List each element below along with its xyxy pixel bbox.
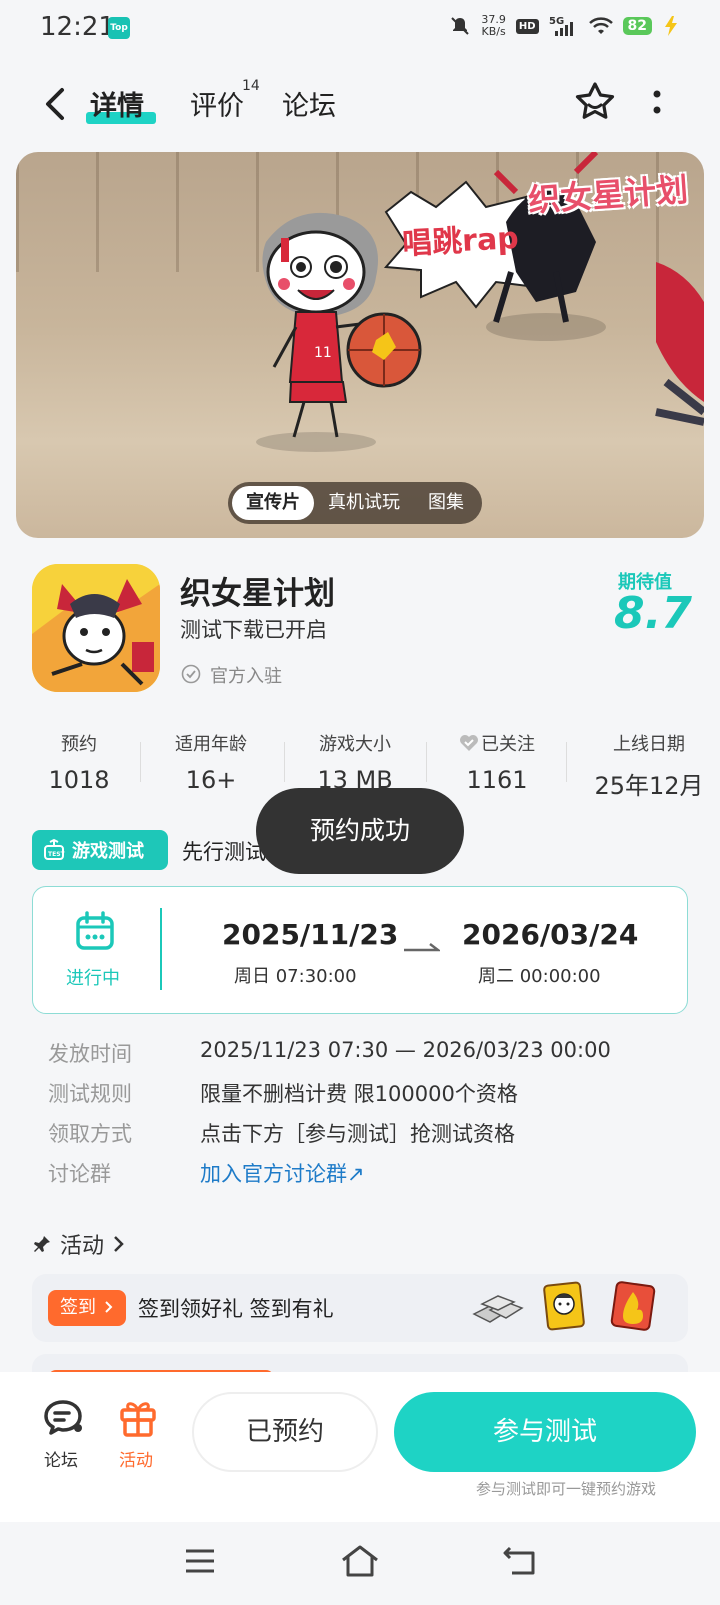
- test-end-time: 周二 00:00:00: [478, 966, 601, 987]
- back-nav-icon[interactable]: [502, 1544, 538, 1576]
- verified-check-icon: [181, 664, 201, 684]
- svg-text:5G: 5G: [549, 16, 564, 27]
- checkin-badge: 签到: [48, 1290, 126, 1326]
- activity-section-header[interactable]: 活动: [32, 1228, 126, 1260]
- status-bar: 12:21 Top 37.9 KB/s HD 5G 82: [0, 0, 720, 60]
- info-row-test-rules: 测试规则 限量不删档计费 限100000个资格: [48, 1082, 518, 1106]
- chevron-right-icon: [105, 1301, 113, 1313]
- test-start-time: 周日 07:30:00: [234, 966, 357, 987]
- battery-icon: 82: [622, 17, 652, 35]
- join-test-button[interactable]: 参与测试: [394, 1392, 696, 1472]
- hd-icon: HD: [515, 18, 539, 34]
- more-options-icon[interactable]: [652, 88, 662, 118]
- stat-divider: [284, 742, 285, 782]
- recent-apps-icon[interactable]: [184, 1548, 216, 1574]
- media-tab-demo[interactable]: 真机试玩: [314, 486, 414, 520]
- arrow-right-icon: [404, 943, 440, 952]
- info-row-claim-method: 领取方式 点击下方［参与测试］抢测试资格: [48, 1122, 515, 1146]
- stat-game-size: 游戏大小 13 MB: [317, 734, 393, 794]
- gift-icon[interactable]: [118, 1396, 158, 1438]
- forum-chat-icon[interactable]: [42, 1398, 84, 1438]
- status-time: 12:21: [40, 12, 115, 42]
- stat-reservations: 预约 1018: [48, 734, 110, 794]
- stat-divider: [566, 742, 567, 782]
- signal-5g-icon: 5G: [549, 16, 573, 36]
- tab-reviews[interactable]: 评价: [190, 84, 244, 123]
- wifi-icon: [588, 17, 613, 34]
- charging-icon: [665, 16, 677, 36]
- favorite-star-icon[interactable]: [574, 80, 616, 122]
- join-group-link[interactable]: 加入官方讨论群↗: [200, 1158, 365, 1188]
- stat-release-date: 上线日期 25年12月: [594, 734, 704, 800]
- back-icon[interactable]: [40, 84, 72, 124]
- stat-divider: [140, 742, 141, 782]
- stat-followers: 已关注 1161: [432, 730, 562, 794]
- reviews-count-badge: 14: [242, 78, 260, 94]
- calendar-icon: [76, 911, 114, 950]
- nav-activity-label[interactable]: 活动: [119, 1446, 153, 1471]
- tab-details[interactable]: 详情: [90, 84, 144, 123]
- home-icon[interactable]: [340, 1544, 380, 1578]
- status-indicators: 37.9 KB/s HD 5G 82: [449, 14, 680, 38]
- test-status-label: 进行中: [66, 968, 120, 989]
- app-subtitle: 测试下载已开启: [180, 618, 327, 642]
- game-test-badge: TEST 游戏测试: [32, 830, 168, 870]
- checkin-description: 签到领好礼 签到有礼: [138, 1297, 334, 1321]
- test-start-date: 2025/11/23: [222, 918, 399, 951]
- info-row-discussion-group: 讨论群 加入官方讨论群↗: [48, 1158, 365, 1188]
- expect-score: 8.7: [614, 588, 692, 639]
- nav-forum-label[interactable]: 论坛: [44, 1446, 78, 1471]
- media-tab-gallery[interactable]: 图集: [414, 486, 478, 520]
- banner-burst-text: 唱跳rap: [401, 220, 520, 263]
- verified-label: 官方入驻: [210, 666, 282, 687]
- character-card-icon: [543, 1281, 585, 1331]
- stat-age-rating: 适用年龄 16+: [175, 734, 247, 794]
- app-icon: [32, 564, 160, 692]
- pin-icon: [34, 1236, 50, 1252]
- promo-banner[interactable]: 11 唱跳rap 织女星计划 宣传片 真机试玩 图集: [16, 152, 704, 538]
- heart-check-icon: [460, 735, 478, 751]
- tab-forum[interactable]: 论坛: [282, 84, 336, 123]
- svg-text:TEST: TEST: [48, 851, 66, 858]
- fire-card-icon: [610, 1281, 656, 1331]
- svg-text:11: 11: [314, 345, 332, 361]
- stat-divider: [426, 742, 427, 782]
- info-row-release-time: 发放时间 2025/11/23 07:30 — 2026/03/23 00:00: [48, 1038, 611, 1066]
- chevron-right-icon: [114, 1236, 124, 1252]
- network-speed: 37.9 KB/s: [481, 13, 506, 38]
- silver-bars-icon: [472, 1295, 524, 1323]
- media-tab-switcher: 宣传片 真机试玩 图集: [228, 482, 482, 524]
- card-divider: [160, 908, 162, 990]
- app-name: 织女星计划: [180, 576, 335, 612]
- join-test-hint: 参与测试即可一键预约游戏: [476, 1480, 657, 1498]
- test-end-date: 2026/03/24: [462, 918, 639, 951]
- test-title: 先行测试: [182, 840, 266, 864]
- mute-bell-icon: [451, 17, 470, 35]
- checkin-activity-card[interactable]: [32, 1274, 688, 1342]
- media-tab-trailer[interactable]: 宣传片: [232, 486, 314, 520]
- app-notification-icon: Top: [108, 17, 130, 39]
- test-robot-icon: TEST: [44, 838, 66, 860]
- toast-message: 预约成功: [256, 788, 464, 874]
- reserved-button[interactable]: 已预约: [192, 1392, 378, 1472]
